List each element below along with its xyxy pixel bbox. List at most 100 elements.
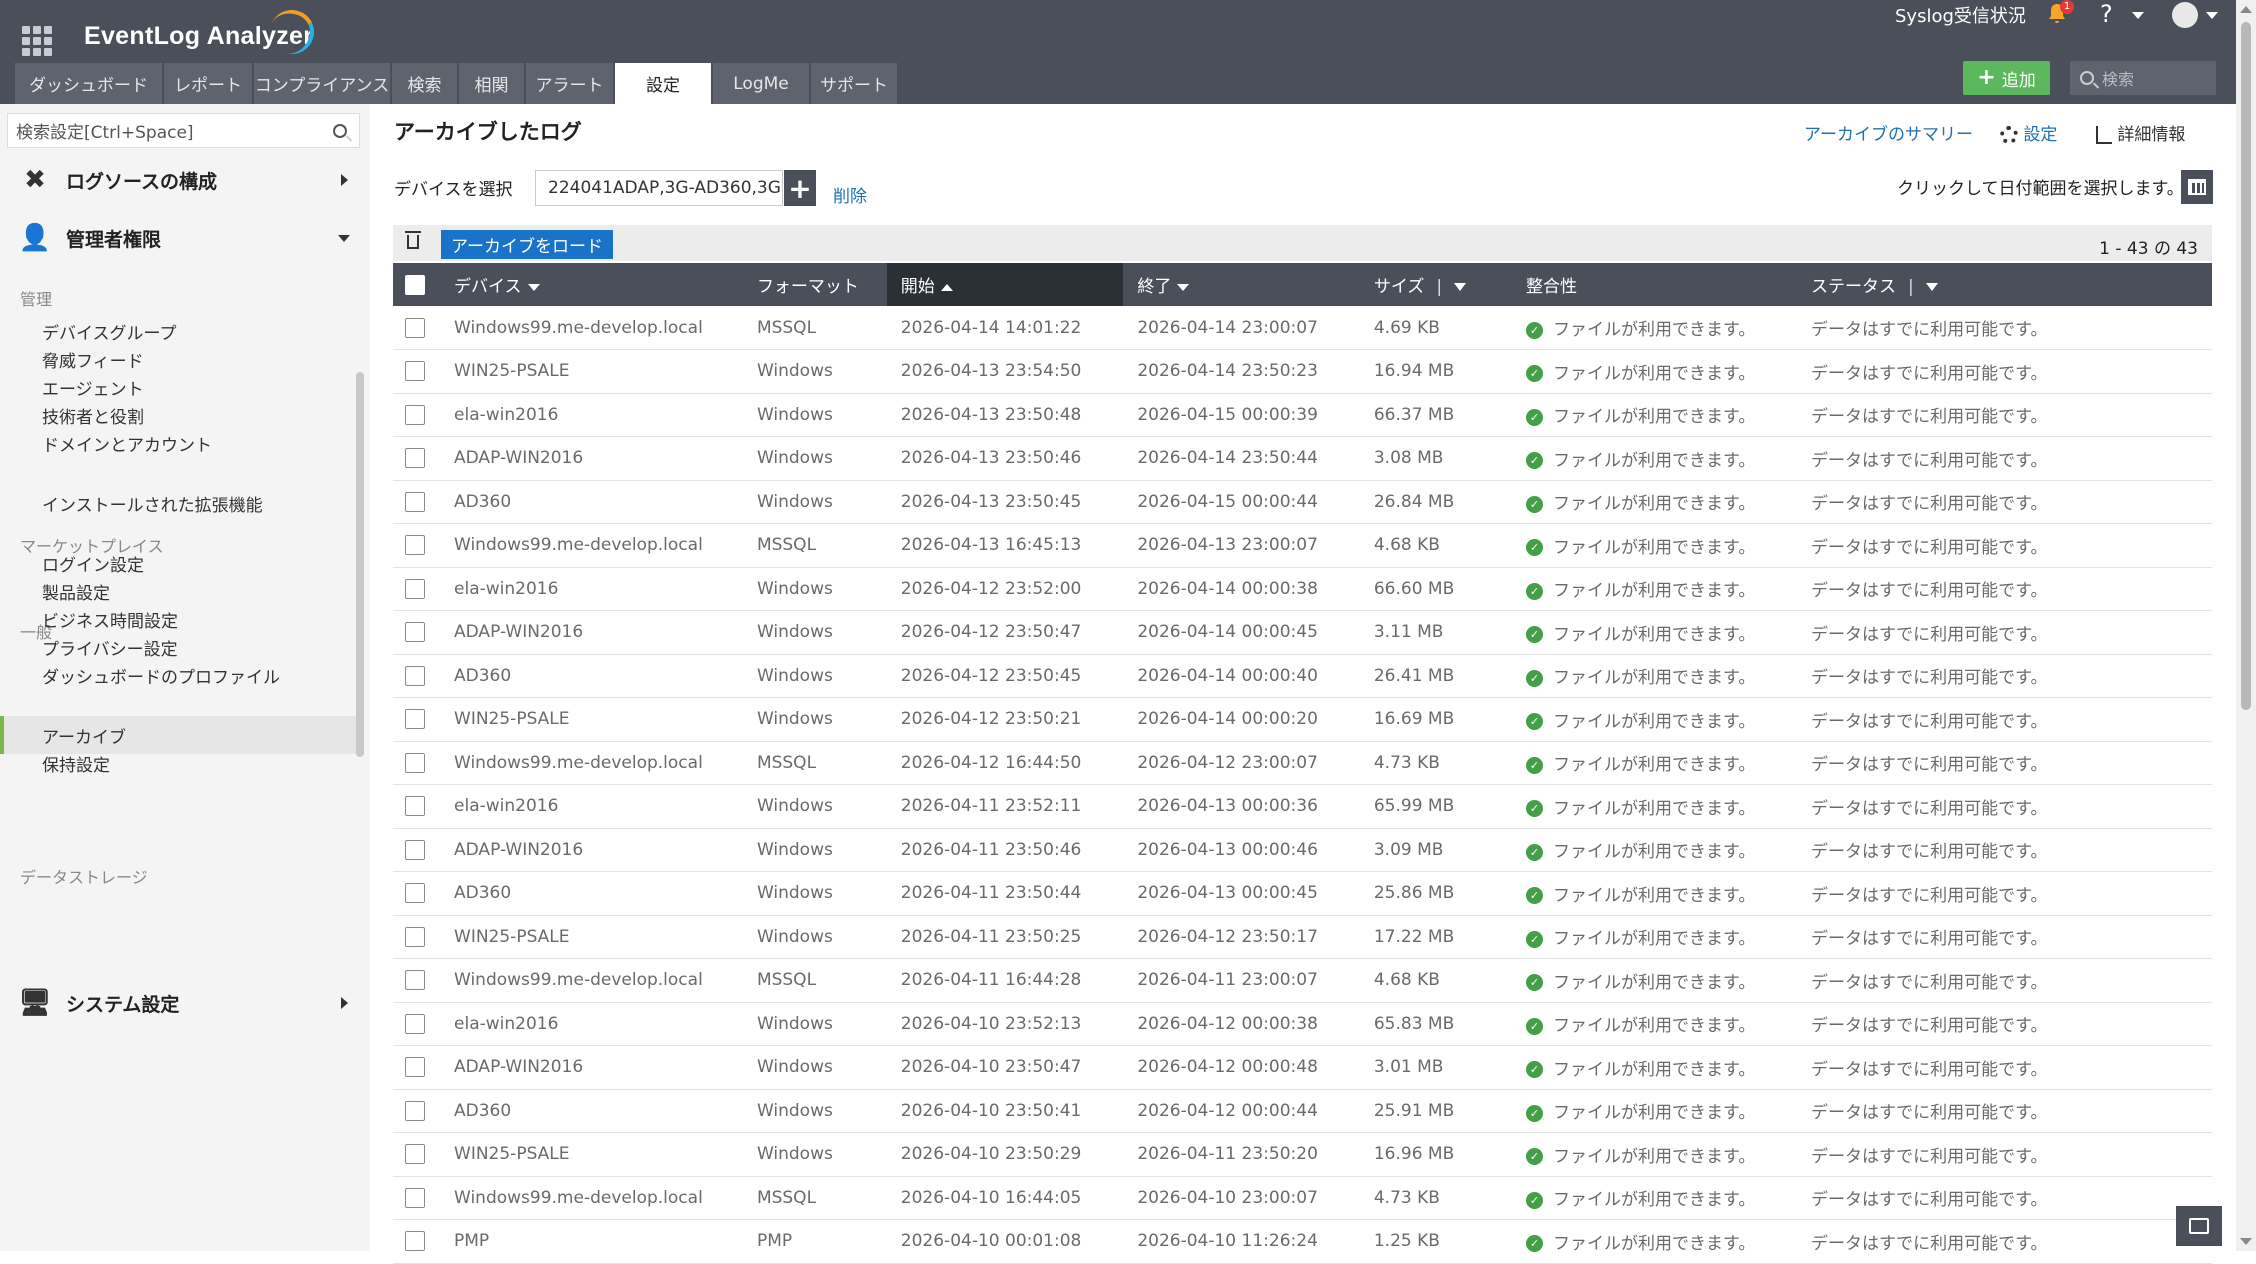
row-checkbox[interactable]: [405, 361, 425, 382]
col-end[interactable]: 終了: [1123, 263, 1360, 306]
col-start[interactable]: 開始: [886, 263, 1124, 306]
table-row[interactable]: Windows99.me-develop.local MSSQL 2026-04-1…: [393, 306, 2212, 350]
cell-device[interactable]: ADAP-WIN2016: [440, 610, 743, 655]
sidebar-group-system[interactable]: 🖥 システム設定: [0, 975, 370, 1031]
col-format[interactable]: フォーマット: [742, 263, 887, 306]
cell-device[interactable]: ela-win2016: [440, 567, 743, 611]
row-checkbox[interactable]: [405, 1057, 425, 1078]
cell-device[interactable]: Windows99.me-develop.local: [440, 1176, 743, 1220]
cell-device[interactable]: WIN25-PSALE: [440, 915, 743, 959]
user-avatar-icon[interactable]: [2172, 2, 2198, 28]
col-device[interactable]: デバイス: [440, 263, 743, 306]
table-row[interactable]: AD360 Windows 2026-04-10 23:50:41 2026-04-1…: [393, 1089, 2212, 1133]
delete-link[interactable]: 削除: [833, 182, 867, 207]
row-checkbox[interactable]: [405, 535, 425, 556]
col-integrity[interactable]: 整合性: [1512, 263, 1797, 306]
help-icon[interactable]: ?: [2100, 0, 2113, 28]
cell-device[interactable]: ela-win2016: [440, 393, 743, 437]
row-checkbox[interactable]: [405, 317, 425, 338]
tab-6[interactable]: 設定: [615, 63, 711, 104]
table-row[interactable]: ADAP-WIN2016 Windows 2026-04-13 23:50:46 20…: [393, 436, 2212, 481]
cell-device[interactable]: AD360: [440, 1089, 743, 1133]
table-row[interactable]: ela-win2016 Windows 2026-04-10 23:52:13 202…: [393, 1002, 2212, 1046]
row-checkbox[interactable]: [405, 970, 425, 991]
cell-device[interactable]: ADAP-WIN2016: [440, 828, 743, 872]
trash-icon[interactable]: [405, 231, 421, 249]
scrollbar-thumb[interactable]: [2241, 22, 2251, 710]
table-row[interactable]: WIN25-PSALE Windows 2026-04-11 23:50:25 202…: [393, 915, 2212, 959]
cell-device[interactable]: ela-win2016: [440, 784, 743, 829]
row-checkbox[interactable]: [405, 1100, 425, 1121]
chat-button[interactable]: [2176, 1206, 2222, 1246]
add-button[interactable]: + 追加: [1963, 61, 2050, 95]
table-row[interactable]: ela-win2016 Windows 2026-04-13 23:50:48 202…: [393, 393, 2212, 437]
table-row[interactable]: ADAP-WIN2016 Windows 2026-04-11 23:50:46 20…: [393, 828, 2212, 872]
col-size[interactable]: サイズ |: [1359, 263, 1513, 306]
table-row[interactable]: PMP PMP 2026-04-10 00:01:08 2026-04-10 11:2…: [393, 1219, 2212, 1264]
device-select-input[interactable]: 224041ADAP,3G-AD360,3G: [535, 170, 783, 206]
row-checkbox[interactable]: [405, 1231, 425, 1252]
detail-info-link[interactable]: 詳細情報: [2096, 120, 2185, 145]
tab-2[interactable]: コンプライアンス: [254, 63, 390, 104]
sidebar-item-market_items-0[interactable]: インストールされた拡張機能: [0, 484, 356, 522]
archive-summary-link[interactable]: アーカイブのサマリー: [1804, 120, 1973, 145]
cell-device[interactable]: ADAP-WIN2016: [440, 436, 743, 481]
row-checkbox[interactable]: [405, 578, 425, 599]
cell-device[interactable]: Windows99.me-develop.local: [440, 741, 743, 785]
cell-device[interactable]: Windows99.me-develop.local: [440, 523, 743, 568]
search-icon[interactable]: [333, 123, 347, 138]
tab-0[interactable]: ダッシュボード: [15, 63, 162, 104]
date-range-label[interactable]: クリックして日付範囲を選択します。: [1897, 174, 2184, 199]
page-scrollbar[interactable]: [2236, 0, 2256, 1251]
top-search-input[interactable]: 検索: [2070, 61, 2216, 95]
add-device-button[interactable]: +: [784, 170, 816, 206]
tab-8[interactable]: サポート: [811, 63, 897, 104]
tab-3[interactable]: 検索: [392, 63, 457, 104]
table-row[interactable]: ela-win2016 Windows 2026-04-12 23:52:00 202…: [393, 567, 2212, 611]
row-checkbox[interactable]: [405, 709, 425, 730]
table-row[interactable]: WIN25-PSALE Windows 2026-04-10 23:50:29 202…: [393, 1132, 2212, 1177]
cell-device[interactable]: PMP: [440, 1219, 743, 1264]
syslog-status-link[interactable]: Syslog受信状況: [1895, 2, 2026, 28]
sidebar-item-storage_items-1[interactable]: 保持設定: [0, 744, 356, 782]
cell-device[interactable]: WIN25-PSALE: [440, 1132, 743, 1177]
cell-device[interactable]: Windows99.me-develop.local: [440, 958, 743, 1003]
calendar-button[interactable]: [2181, 170, 2213, 204]
sidebar-group-log-sources[interactable]: ✖ ログソースの構成: [0, 152, 370, 208]
table-row[interactable]: WIN25-PSALE Windows 2026-04-13 23:54:50 202…: [393, 349, 2212, 394]
table-row[interactable]: Windows99.me-develop.local MSSQL 2026-04-1…: [393, 741, 2212, 785]
tab-1[interactable]: レポート: [164, 63, 252, 104]
sidebar-item-general_items-4[interactable]: ダッシュボードのプロファイル: [0, 656, 356, 694]
table-row[interactable]: Windows99.me-develop.local MSSQL 2026-04-1…: [393, 1176, 2212, 1220]
cell-device[interactable]: WIN25-PSALE: [440, 349, 743, 394]
chevron-down-icon[interactable]: [2132, 12, 2144, 19]
table-row[interactable]: ADAP-WIN2016 Windows 2026-04-10 23:50:47 20…: [393, 1045, 2212, 1090]
cell-device[interactable]: AD360: [440, 480, 743, 524]
row-checkbox[interactable]: [405, 491, 425, 512]
row-checkbox[interactable]: [405, 752, 425, 773]
row-checkbox[interactable]: [405, 665, 425, 686]
row-checkbox[interactable]: [405, 448, 425, 469]
sidebar-item-admin_items-4[interactable]: ドメインとアカウント: [0, 424, 356, 462]
table-row[interactable]: AD360 Windows 2026-04-11 23:50:44 2026-04-1…: [393, 871, 2212, 916]
sidebar-group-admin[interactable]: 👤 管理者権限: [0, 210, 370, 266]
tab-5[interactable]: アラート: [526, 63, 613, 104]
load-archive-button[interactable]: アーカイブをロード: [441, 230, 613, 259]
row-checkbox[interactable]: [405, 926, 425, 947]
table-row[interactable]: AD360 Windows 2026-04-12 23:50:45 2026-04-1…: [393, 654, 2212, 698]
tab-4[interactable]: 相関: [459, 63, 524, 104]
row-checkbox[interactable]: [405, 404, 425, 425]
filter-icon[interactable]: [1925, 283, 1938, 291]
row-checkbox[interactable]: [405, 839, 425, 860]
scroll-up-icon[interactable]: [2240, 6, 2252, 13]
row-checkbox[interactable]: [405, 1013, 425, 1034]
row-checkbox[interactable]: [405, 1187, 425, 1208]
row-checkbox[interactable]: [405, 622, 425, 643]
cell-device[interactable]: ADAP-WIN2016: [440, 1045, 743, 1090]
cell-device[interactable]: Windows99.me-develop.local: [440, 306, 743, 350]
row-checkbox[interactable]: [405, 796, 425, 817]
sidebar-scrollbar[interactable]: [356, 372, 364, 757]
table-row[interactable]: Windows99.me-develop.local MSSQL 2026-04-1…: [393, 958, 2212, 1003]
table-row[interactable]: WIN25-PSALE Windows 2026-04-12 23:50:21 202…: [393, 697, 2212, 742]
table-row[interactable]: Windows99.me-develop.local MSSQL 2026-04-1…: [393, 523, 2212, 568]
